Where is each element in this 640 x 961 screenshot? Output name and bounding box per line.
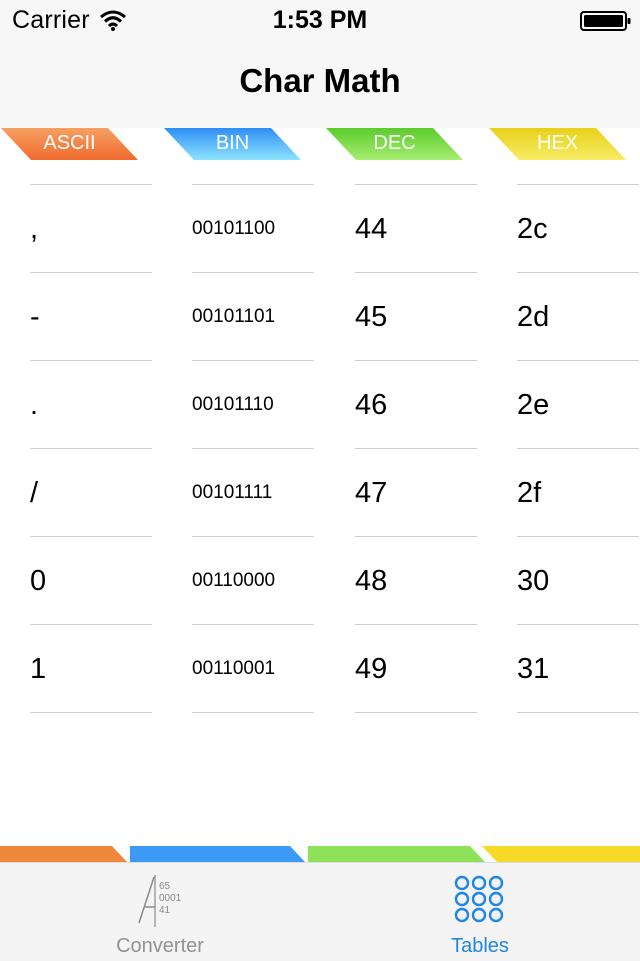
battery-icon xyxy=(580,11,631,31)
dec-value: 48 xyxy=(355,565,388,597)
ascii-value: - xyxy=(30,301,40,333)
column-header-hex: HEX xyxy=(489,128,626,160)
tab-tables-label: Tables xyxy=(451,935,509,957)
hex-cell[interactable]: 30 xyxy=(517,536,639,625)
ascii-cell[interactable]: . xyxy=(30,360,152,449)
status-bar: Carrier 1:53 PM xyxy=(0,0,640,40)
tab-bar: 65 0001 41 Converter Tables xyxy=(0,862,640,961)
column-header-dec: DEC xyxy=(326,128,463,160)
converter-icon-text: 41 xyxy=(159,905,171,916)
bin-value: 00101111 xyxy=(192,482,273,503)
row-divider xyxy=(192,712,314,713)
ascii-cell[interactable]: , xyxy=(30,184,152,273)
page-title: Char Math xyxy=(239,62,401,99)
hex-value: 2f xyxy=(517,477,542,509)
bin-value: 00110001 xyxy=(192,658,276,679)
ascii-value: , xyxy=(30,213,39,245)
dec-value: 44 xyxy=(355,213,388,245)
column-header-label: BIN xyxy=(215,132,250,154)
hex-cell[interactable]: 2f xyxy=(517,448,639,537)
converter-icon-text: 0001 xyxy=(159,893,182,904)
bin-cell[interactable]: 00101100 xyxy=(192,184,314,273)
bin-cell[interactable]: 00110001 xyxy=(192,624,314,713)
dec-value: 47 xyxy=(355,477,388,509)
hex-cell[interactable]: 2d xyxy=(517,272,639,361)
status-time: 1:53 PM xyxy=(272,6,368,34)
bin-cell[interactable]: 00110000 xyxy=(192,536,314,625)
ascii-stripe xyxy=(0,846,127,862)
ascii-value: . xyxy=(30,389,39,421)
dec-cell[interactable]: 49 xyxy=(355,624,477,713)
tab-converter-label: Converter xyxy=(116,935,204,957)
hex-value: 31 xyxy=(517,653,550,685)
bin-stripe xyxy=(130,846,305,862)
bin-value: 00101100 xyxy=(192,218,276,239)
dec-cell[interactable]: 48 xyxy=(355,536,477,625)
hex-cell[interactable]: 31 xyxy=(517,624,639,713)
dec-cell[interactable]: 44 xyxy=(355,184,477,273)
navigation-bar: Char Math xyxy=(0,40,640,128)
column-header-label: ASCII xyxy=(43,132,96,154)
ascii-cell[interactable]: - xyxy=(30,272,152,361)
ascii-value: 1 xyxy=(30,653,47,685)
row-divider xyxy=(517,712,639,713)
dec-value: 46 xyxy=(355,389,388,421)
hex-value: 30 xyxy=(517,565,550,597)
hex-value: 2d xyxy=(517,301,550,333)
bin-cell[interactable]: 00101101 xyxy=(192,272,314,361)
grid-icon[interactable] xyxy=(453,875,505,923)
row-divider xyxy=(355,712,477,713)
bin-cell[interactable]: 00101111 xyxy=(192,448,314,537)
bin-value: 00101110 xyxy=(192,394,274,415)
bin-value: 00101101 xyxy=(192,306,276,327)
hex-cell[interactable]: 2e xyxy=(517,360,639,449)
dec-value: 45 xyxy=(355,301,388,333)
hex-cell[interactable]: 2c xyxy=(517,184,639,273)
dec-value: 49 xyxy=(355,653,388,685)
color-stripe-bar xyxy=(0,846,640,862)
column-header-label: HEX xyxy=(536,132,579,154)
dec-cell[interactable]: 47 xyxy=(355,448,477,537)
dec-cell[interactable]: 46 xyxy=(355,360,477,449)
column-header-ascii: ASCII xyxy=(1,128,138,160)
converter-icon: 65 0001 41 xyxy=(138,875,182,927)
ascii-value: 0 xyxy=(30,565,47,597)
converter-icon-text: 65 xyxy=(159,881,171,892)
column-header-bin: BIN xyxy=(164,128,301,160)
row-divider xyxy=(30,712,152,713)
ascii-cell[interactable]: 0 xyxy=(30,536,152,625)
bin-cell[interactable]: 00101110 xyxy=(192,360,314,449)
dec-stripe xyxy=(308,846,485,862)
column-header-label: DEC xyxy=(373,132,416,154)
ascii-cell[interactable]: / xyxy=(30,448,152,537)
hex-value: 2c xyxy=(517,213,548,245)
dec-cell[interactable]: 45 xyxy=(355,272,477,361)
tab-converter[interactable]: 65 0001 41 Converter xyxy=(0,863,320,961)
hex-stripe xyxy=(482,846,640,862)
ascii-value: / xyxy=(30,477,39,509)
bin-value: 00110000 xyxy=(192,570,276,591)
ascii-cell[interactable]: 1 xyxy=(30,624,152,713)
hex-value: 2e xyxy=(517,389,550,421)
